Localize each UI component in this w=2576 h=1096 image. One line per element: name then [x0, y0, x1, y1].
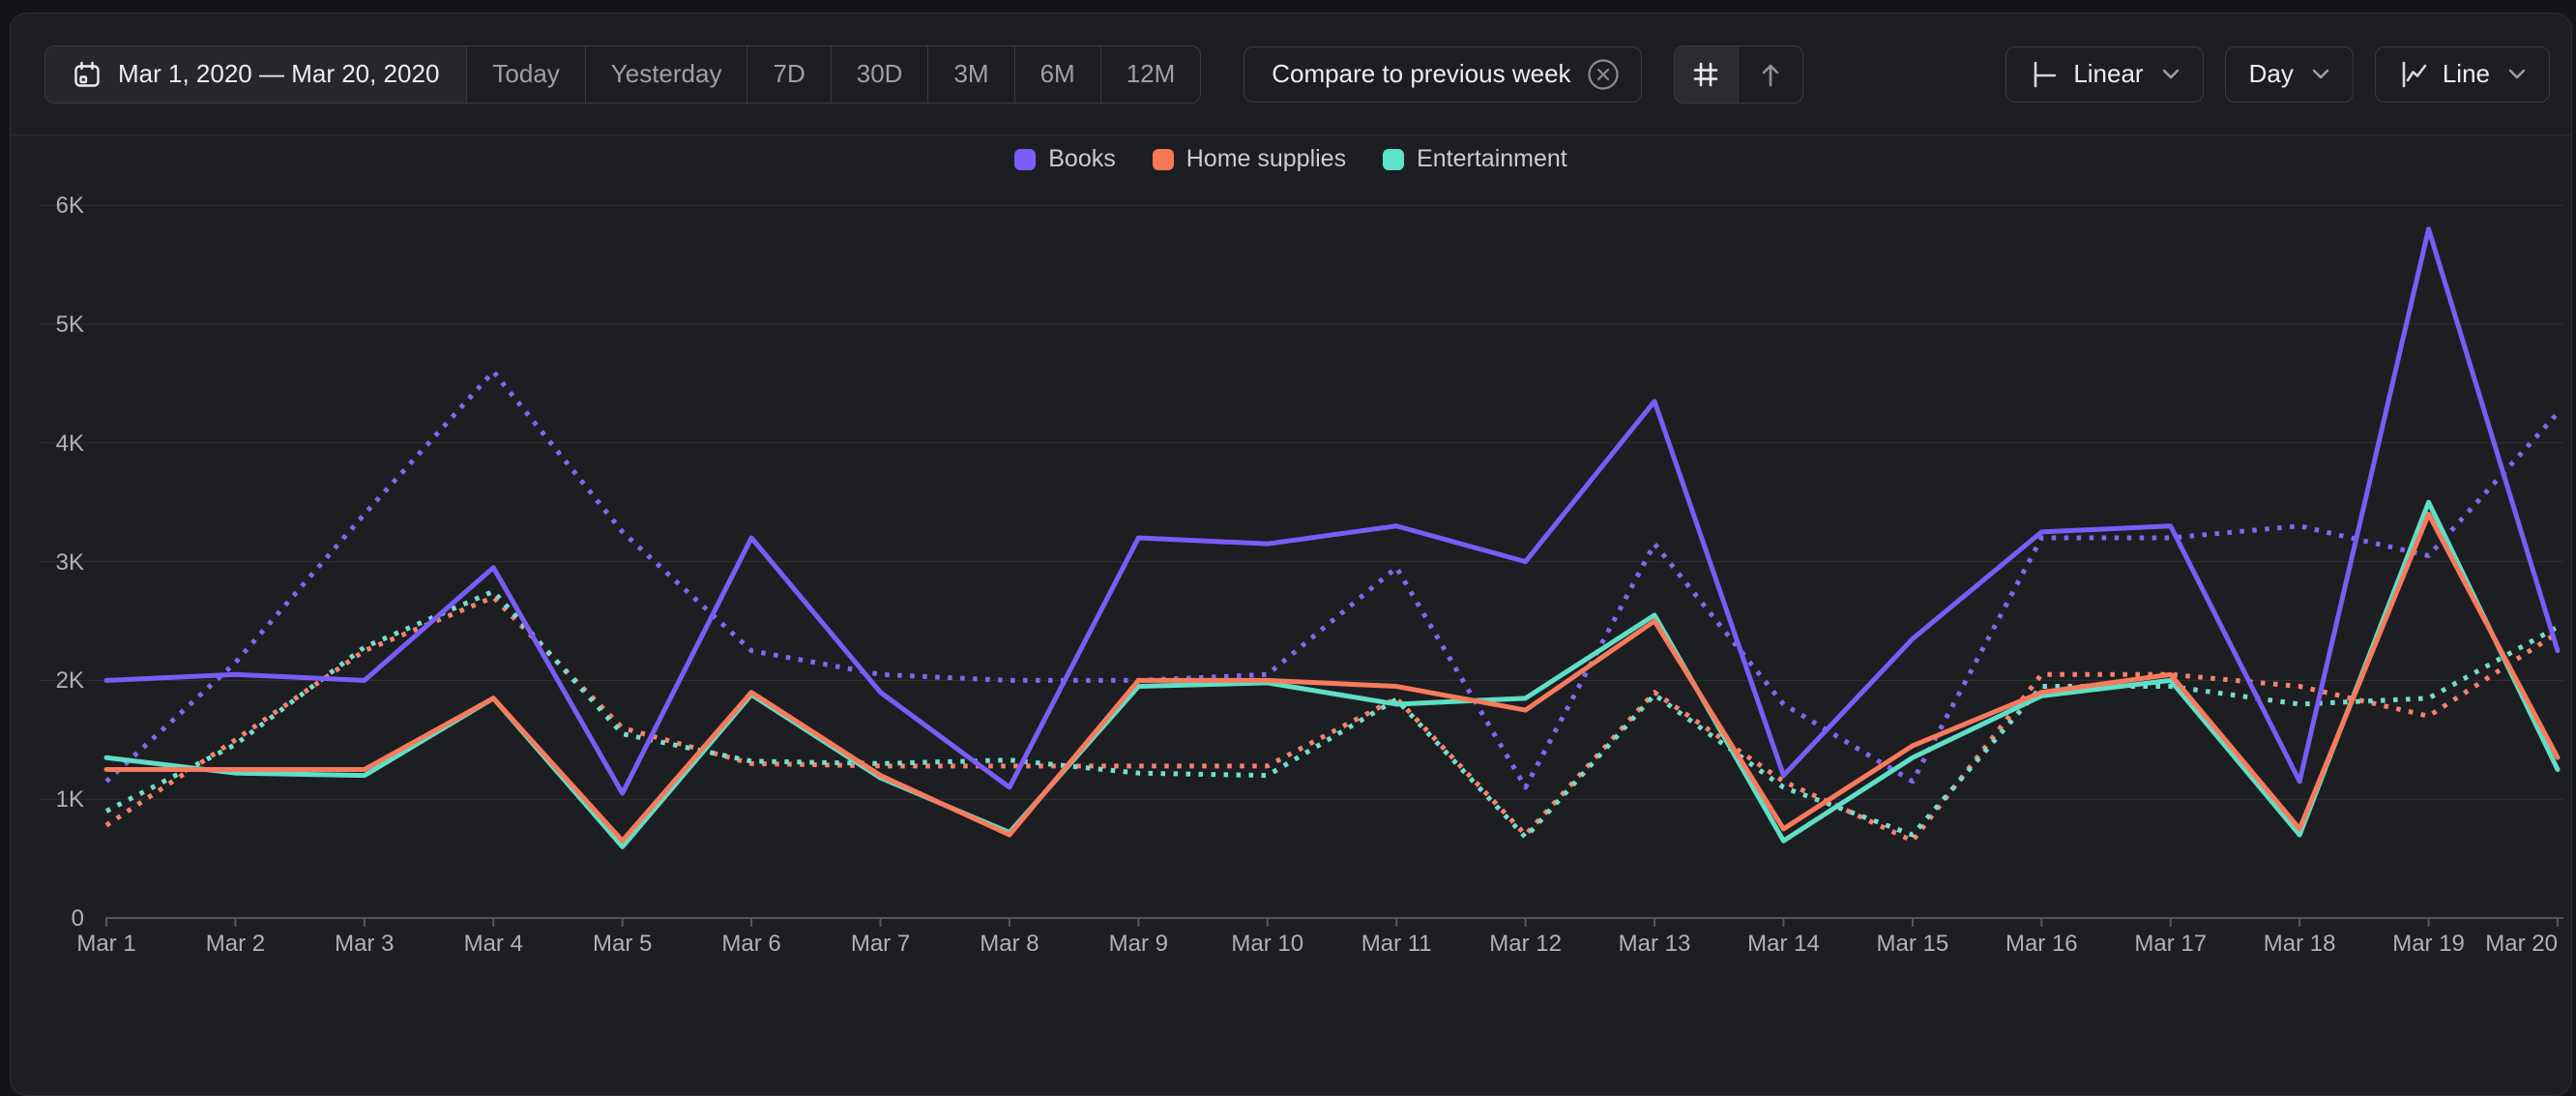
x-axis-label: Mar 18: [2264, 931, 2336, 958]
x-axis-label: Mar 4: [464, 931, 523, 958]
compare-chip[interactable]: Compare to previous week: [1244, 46, 1641, 103]
grid-toggle-button[interactable]: [1675, 46, 1739, 103]
x-axis-label: Mar 5: [593, 931, 652, 958]
y-axis-label: 3K: [24, 549, 84, 577]
chevron-down-icon: [2162, 69, 2180, 79]
x-axis-label: Mar 13: [1619, 931, 1691, 958]
date-range-label: Mar 1, 2020 — Mar 20, 2020: [118, 59, 439, 89]
line-chart-icon: [2399, 60, 2428, 89]
entertainment-swatch: [1383, 149, 1404, 170]
date-range-group: Mar 1, 2020 — Mar 20, 2020 TodayYesterda…: [44, 45, 1201, 104]
books-swatch: [1014, 149, 1036, 170]
axis-scale-icon: [2030, 60, 2059, 89]
chart-area: Books Home supplies Entertainment 6K 5K 4K…: [11, 135, 2571, 1064]
granularity-dropdown-label: Day: [2249, 59, 2294, 89]
x-axis-label: Mar 8: [980, 931, 1039, 958]
granularity-dropdown[interactable]: Day: [2225, 46, 2354, 103]
series-line-books-previous: [106, 371, 2558, 787]
quick-range-button[interactable]: 3M: [928, 46, 1014, 103]
x-axis-label: Mar 19: [2392, 931, 2465, 958]
analytics-card: Mar 1, 2020 — Mar 20, 2020 TodayYesterda…: [10, 13, 2572, 1096]
x-axis-label: Mar 7: [851, 931, 910, 958]
x-axis-label: Mar 2: [206, 931, 265, 958]
x-axis-label: Mar 20: [2485, 931, 2558, 958]
x-axis-label: Mar 3: [335, 931, 394, 958]
x-axis-label: Mar 6: [721, 931, 780, 958]
x-axis-label: Mar 12: [1489, 931, 1562, 958]
legend-item-entertainment[interactable]: Entertainment: [1383, 145, 1567, 173]
toolbar: Mar 1, 2020 — Mar 20, 2020 TodayYesterda…: [11, 14, 2571, 135]
legend-label: Entertainment: [1417, 145, 1567, 173]
y-axis-label: 5K: [24, 311, 84, 339]
scale-dropdown-label: Linear: [2073, 59, 2143, 89]
chart-type-dropdown-label: Line: [2443, 59, 2490, 89]
home-supplies-swatch: [1153, 149, 1174, 170]
x-axis-label: Mar 16: [2005, 931, 2078, 958]
x-axis-label: Mar 10: [1231, 931, 1303, 958]
compare-chip-label: Compare to previous week: [1272, 59, 1570, 89]
legend-label: Home supplies: [1186, 145, 1346, 173]
y-axis-label: 2K: [24, 667, 84, 695]
y-axis-label: 6K: [24, 193, 84, 220]
chevron-down-icon: [2312, 69, 2329, 79]
quick-range-button[interactable]: 30D: [832, 46, 929, 103]
legend-item-books[interactable]: Books: [1014, 145, 1115, 173]
line-chart: [11, 135, 2572, 1064]
arrow-up-icon: [1755, 59, 1786, 90]
y-axis-label: 0: [24, 905, 84, 933]
x-axis-label: Mar 9: [1109, 931, 1168, 958]
x-axis-label: Mar 17: [2134, 931, 2207, 958]
chart-settings-group: Linear Day: [2005, 46, 2550, 103]
export-button[interactable]: [1739, 46, 1802, 103]
quick-range-button[interactable]: 7D: [747, 46, 831, 103]
x-axis-label: Mar 15: [1877, 931, 1949, 958]
gridlines: [40, 205, 2563, 927]
chart-legend: Books Home supplies Entertainment: [11, 145, 2571, 173]
series-line-entertainment-previous: [106, 591, 2558, 837]
x-axis-label: Mar 11: [1361, 931, 1432, 958]
y-axis-label: 1K: [24, 786, 84, 814]
remove-compare-icon[interactable]: [1587, 58, 1620, 91]
quick-range-button[interactable]: 6M: [1015, 46, 1101, 103]
calendar-icon: [73, 60, 102, 89]
date-range-button[interactable]: Mar 1, 2020 — Mar 20, 2020: [45, 46, 467, 103]
grid-hash-icon: [1690, 59, 1721, 90]
legend-item-home-supplies[interactable]: Home supplies: [1153, 145, 1346, 173]
scale-dropdown[interactable]: Linear: [2005, 46, 2203, 103]
chevron-down-icon: [2508, 69, 2526, 79]
series-line-home-supplies-previous: [106, 597, 2558, 841]
series-lines: [106, 229, 2558, 847]
legend-label: Books: [1048, 145, 1115, 173]
chart-type-dropdown[interactable]: Line: [2375, 46, 2550, 103]
view-toggle-group: [1674, 45, 1803, 104]
quick-range-button[interactable]: Yesterday: [586, 46, 748, 103]
quick-range-button[interactable]: 12M: [1101, 46, 1201, 103]
quick-range-button[interactable]: Today: [467, 46, 585, 103]
y-axis-label: 4K: [24, 430, 84, 458]
x-axis-label: Mar 1: [76, 931, 135, 958]
x-axis-label: Mar 14: [1747, 931, 1820, 958]
